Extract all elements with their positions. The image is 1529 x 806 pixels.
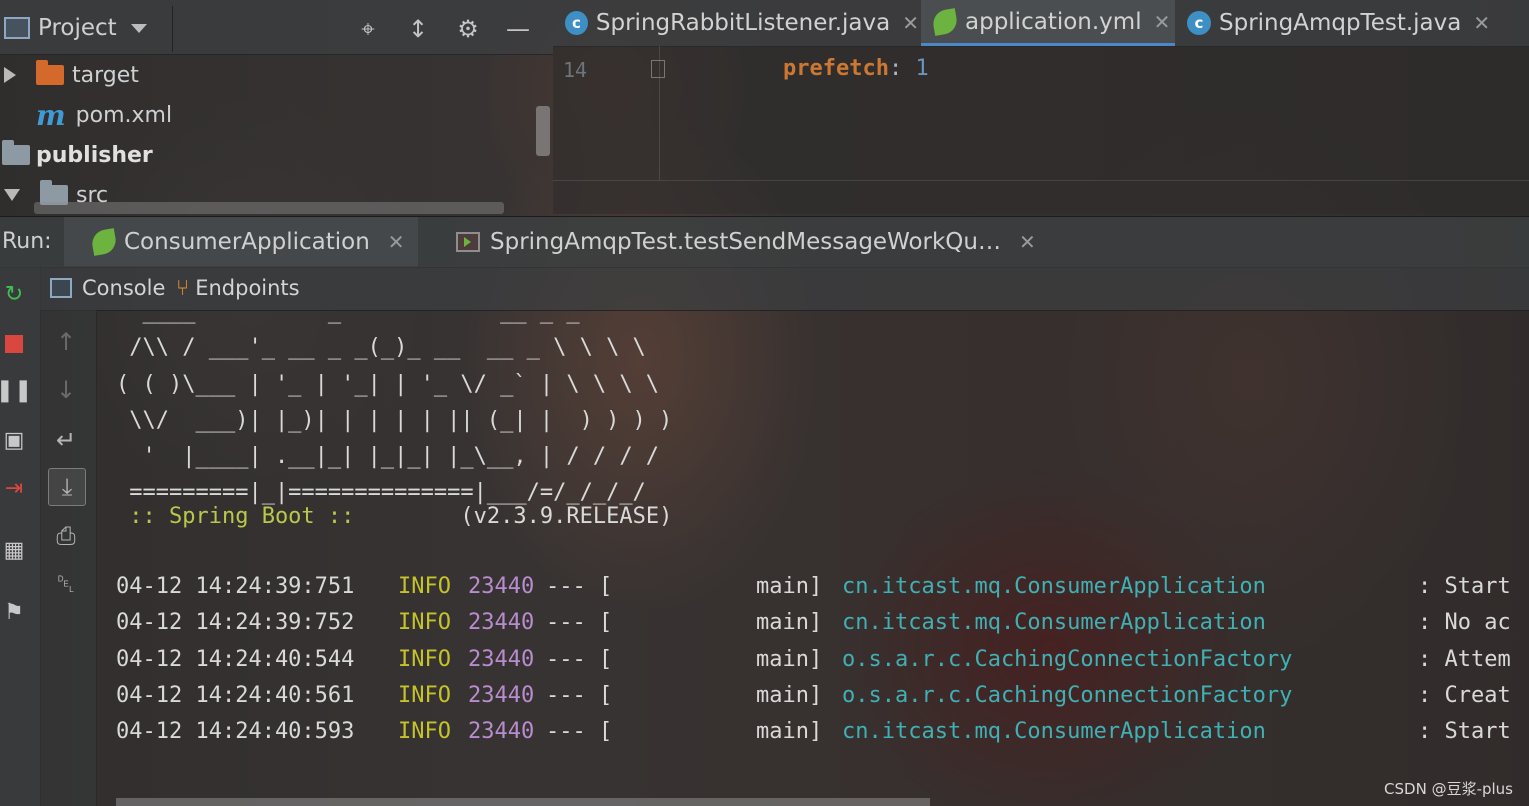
log-line: 04-12 14:24:40:593 INFO 23440 --- [main] cn.… [116,719,1511,744]
code-line[interactable]: prefetch: 1 [783,56,929,81]
tab-label: application.yml [965,8,1142,35]
tree-item-publisher[interactable]: publisher [2,136,153,174]
tab-label: SpringAmqpTest.testSendMessageWorkQu… [490,229,1001,255]
project-title: Project [38,15,117,41]
java-class-icon: c [565,11,588,35]
gear-icon[interactable]: ⚙ [450,14,486,44]
run-actions-toolbar: ↻ ❚❚ ▣ ⇥ ▦ ⚑ [0,266,41,806]
tab-label: Console [82,276,166,300]
spring-boot-version-line: :: Spring Boot :: (v2.3.9.RELEASE) [116,504,672,529]
run-label: Run: [2,229,52,254]
pin-icon[interactable]: ⚑ [0,598,28,626]
print-icon[interactable]: ⎙ [48,518,84,554]
divider [553,180,1529,181]
chevron-down-icon [130,23,147,33]
collapse-all-icon[interactable]: ↕ [400,14,436,44]
run-tab-consumer-application[interactable]: ConsumerApplication ✕ [64,217,418,267]
code-editor[interactable]: 14 prefetch: 1 [553,46,1529,214]
project-panel-header: Project ⌖ ↕ ⚙ — [0,0,553,55]
yaml-colon: : [888,56,903,81]
camera-icon[interactable]: ▣ [0,426,28,454]
java-class-icon: c [1187,11,1211,35]
editor-tab-bar: c SpringRabbitListener.java ✕ applicatio… [553,0,1529,47]
endpoints-icon: ⑂ [176,275,190,301]
project-icon [4,17,30,39]
tree-item-label: publisher [36,142,153,168]
layout-icon[interactable]: ▦ [0,536,28,564]
spring-yml-icon [931,7,959,36]
yaml-value: 1 [915,56,929,81]
console-tab-bar: Console ⑂ Endpoints [40,266,1529,311]
tab-console[interactable]: Console [50,270,165,306]
horizontal-scrollbar[interactable] [34,202,504,214]
tab-spring-amqp-test[interactable]: c SpringAmqpTest.java ✕ [1187,0,1497,46]
editor-gutter: 14 [553,46,665,180]
run-tool-window-bar: Run: ConsumerApplication ✕ SpringAmqpTes… [0,216,1529,268]
tab-endpoints[interactable]: ⑂ Endpoints [176,270,300,306]
spring-boot-icon [90,228,118,256]
tab-spring-rabbit-listener[interactable]: c SpringRabbitListener.java ✕ [565,0,919,46]
arrow-up-icon[interactable]: ↑ [48,324,84,360]
tree-item-target[interactable]: target [4,56,139,94]
close-icon[interactable]: ✕ [1473,11,1490,35]
close-icon[interactable]: ✕ [902,11,919,35]
log-line: 04-12 14:24:39:752 INFO 23440 --- [main] cn.… [116,610,1511,635]
soft-wrap-icon[interactable]: ↵ [48,422,84,458]
log-line: 04-12 14:24:39:751 INFO 23440 --- [main] cn.… [116,574,1511,599]
expand-arrow-icon[interactable] [4,67,16,83]
locate-icon[interactable]: ⌖ [350,14,386,44]
module-folder-icon [2,140,30,165]
project-view-selector[interactable]: Project [4,14,147,42]
project-tree: target m pom.xml publisher src [0,54,553,216]
fold-marker-icon[interactable] [651,60,665,78]
tree-item-pom[interactable]: m pom.xml [36,96,172,134]
tab-label: SpringRabbitListener.java [595,10,891,36]
spring-banner: ____ _ __ _ _ /\\ / ___'_ __ _ _(_)_ __ … [116,310,673,506]
tab-label: ConsumerApplication [124,229,370,255]
tab-application-yml[interactable]: application.yml ✕ [921,0,1175,46]
console-icon [50,278,72,298]
stop-icon[interactable] [0,330,28,358]
folder-icon [36,60,64,85]
close-icon[interactable]: ✕ [1019,230,1036,254]
hide-panel-icon[interactable]: — [500,14,536,44]
line-number: 14 [563,58,588,82]
spring-boot-label: :: Spring Boot :: [116,504,368,529]
tab-label: SpringAmqpTest.java [1219,10,1462,36]
horizontal-scrollbar[interactable] [116,798,930,806]
divider [172,6,173,52]
tree-item-label: pom.xml [75,102,173,128]
close-icon[interactable]: ✕ [1154,10,1171,34]
watermark: CSDN @豆浆-plus [1384,780,1513,798]
run-tab-spring-amqp-test[interactable]: SpringAmqpTest.testSendMessageWorkQu… ✕ [456,217,1036,267]
log-line: 04-12 14:24:40:544 INFO 23440 --- [main] o.s… [116,647,1511,672]
spring-boot-version: (v2.3.9.RELEASE) [367,504,673,529]
close-icon[interactable]: ✕ [388,230,405,254]
console-output[interactable]: ____ _ __ _ _ /\\ / ___'_ __ _ _(_)_ __ … [96,310,1529,800]
log-line: 04-12 14:24:40:561 INFO 23440 --- [main] o.s… [116,683,1511,708]
tab-label: Endpoints [195,276,300,300]
tree-item-label: target [72,62,139,88]
arrow-down-icon[interactable]: ↓ [48,372,84,408]
collapse-arrow-icon[interactable] [4,189,20,201]
exit-icon[interactable]: ⇥ [0,474,28,502]
test-run-icon [456,232,480,252]
pause-icon[interactable]: ❚❚ [0,376,32,404]
scroll-to-end-icon[interactable]: ⤓ [48,468,86,506]
yaml-key: prefetch [783,56,889,81]
vertical-scrollbar[interactable] [536,106,550,156]
maven-icon: m [36,98,66,132]
console-actions-toolbar: ↑ ↓ ↵ ⤓ ⎙ ␡ [40,310,97,806]
trash-icon[interactable]: ␡ [48,566,84,602]
rerun-icon[interactable]: ↻ [0,280,28,308]
